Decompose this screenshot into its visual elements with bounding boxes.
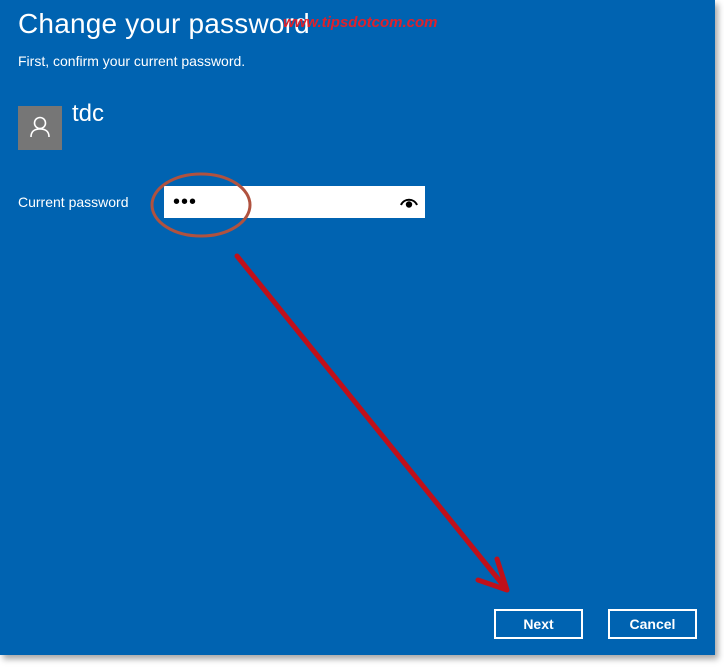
reveal-password-button[interactable] bbox=[399, 194, 419, 210]
eye-icon bbox=[400, 198, 418, 208]
person-icon bbox=[30, 116, 50, 138]
current-password-input[interactable]: ••• bbox=[164, 186, 425, 218]
cancel-button[interactable]: Cancel bbox=[608, 609, 697, 639]
avatar bbox=[18, 106, 62, 150]
watermark-text: www.tipsdotcom.com bbox=[283, 14, 438, 31]
subtitle-text: First, confirm your current password. bbox=[18, 53, 246, 69]
current-password-label: Current password bbox=[18, 194, 129, 210]
username: tdc bbox=[72, 100, 105, 127]
change-password-dialog: Change your password www.tipsdotcom.com … bbox=[0, 0, 715, 655]
next-button[interactable]: Next bbox=[494, 609, 583, 639]
red-arrow-icon bbox=[234, 253, 510, 593]
annotation-overlay bbox=[150, 172, 510, 593]
page-title: Change your password bbox=[18, 8, 310, 39]
password-masked-value: ••• bbox=[173, 191, 198, 213]
